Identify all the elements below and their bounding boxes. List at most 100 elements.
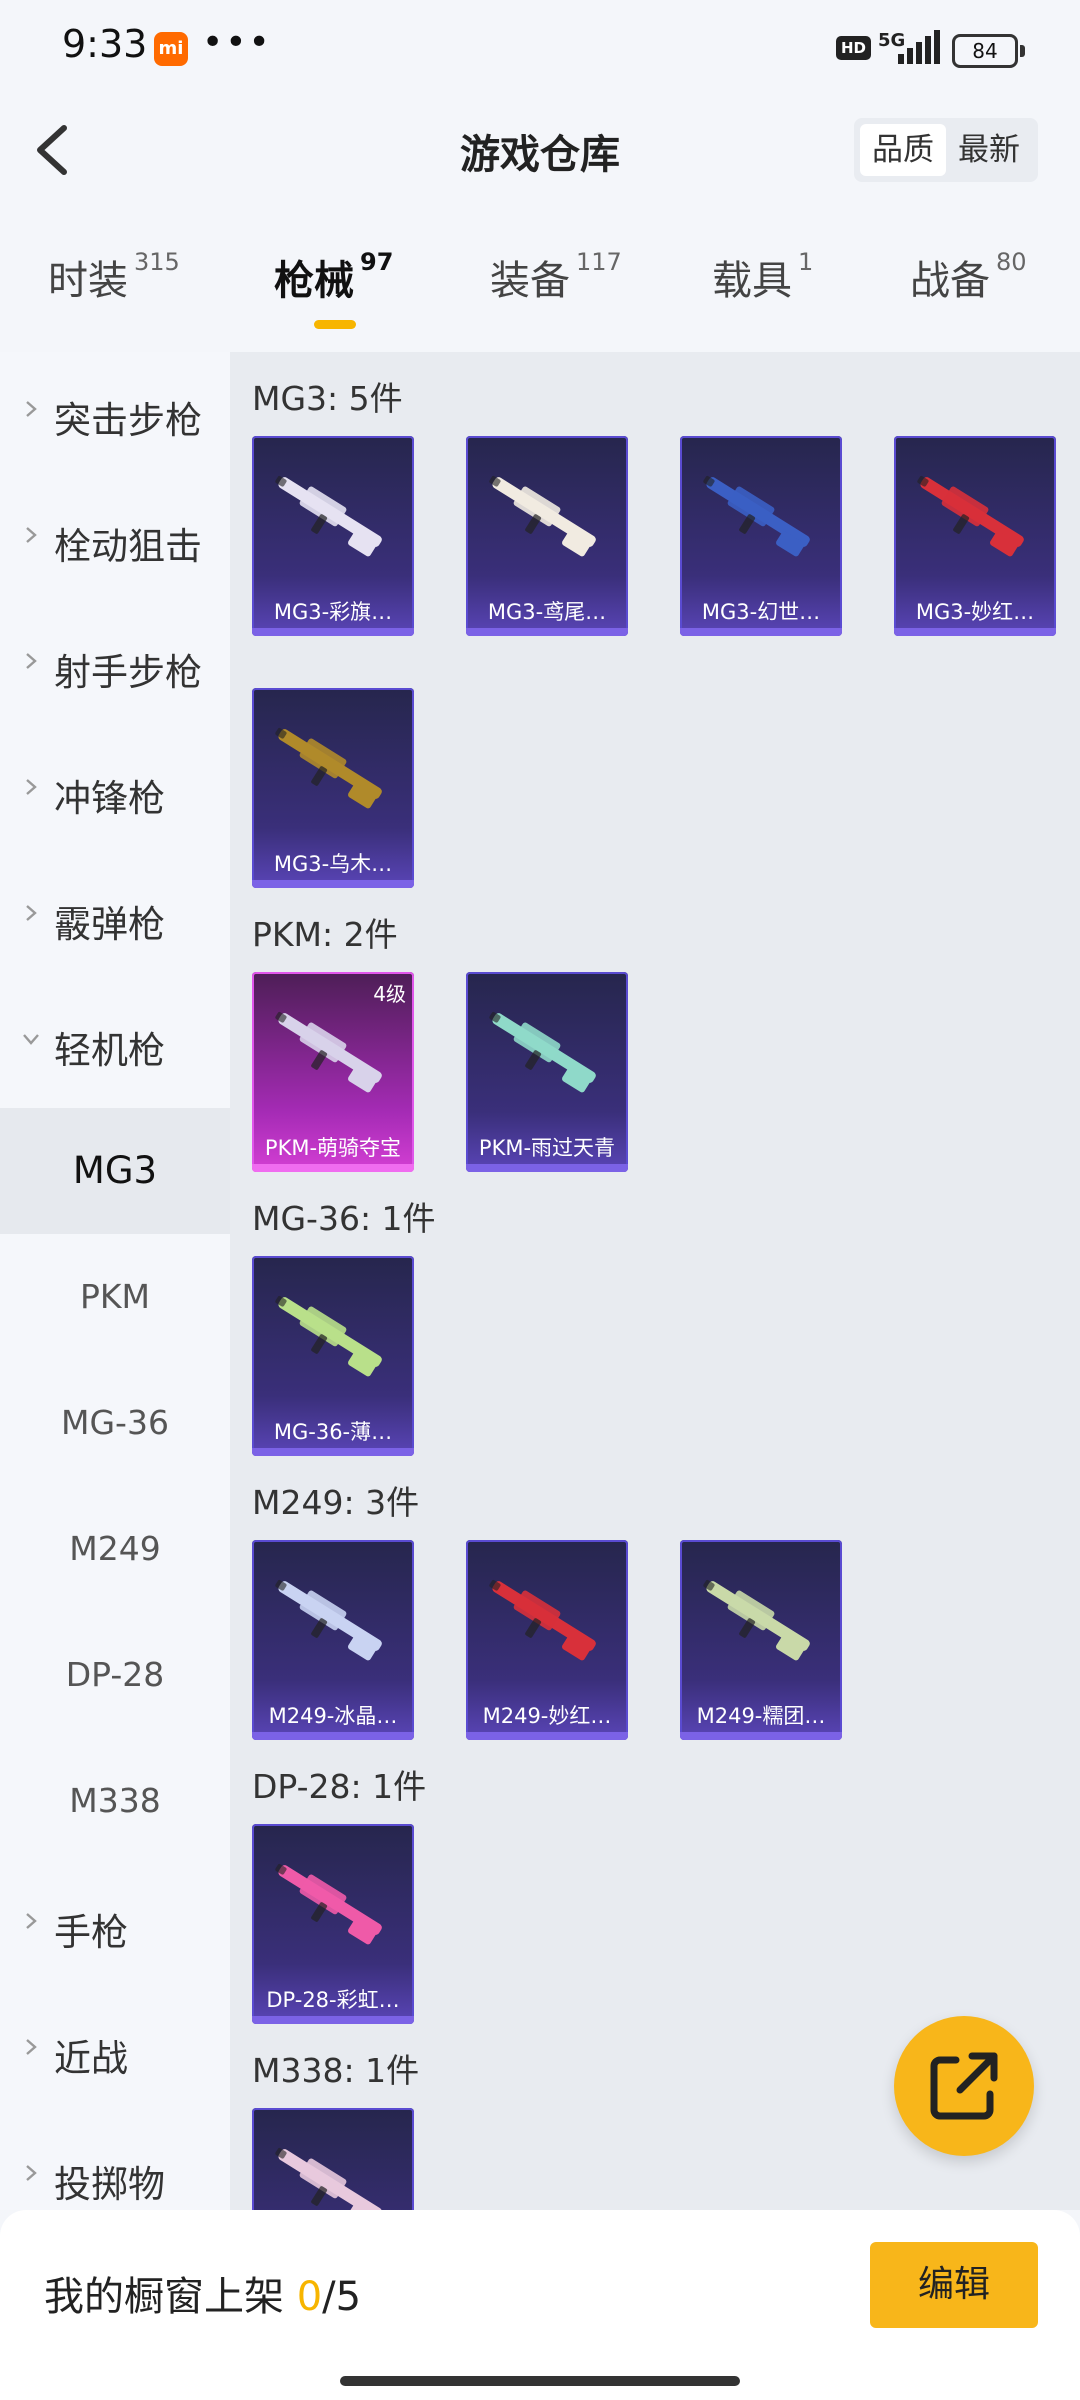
chevron-right-icon	[26, 401, 37, 417]
chevron-right-icon	[26, 653, 37, 669]
weapon-card[interactable]: MG3-鸢尾…	[466, 436, 628, 636]
tab-label: 载具	[712, 258, 792, 304]
rarity-bar	[466, 628, 628, 636]
sidebar-item-pistol[interactable]: 手枪	[0, 1864, 230, 1990]
sidebar-item-smg[interactable]: 冲锋枪	[0, 730, 230, 856]
weapon-card[interactable]: MG3-彩旗…	[252, 436, 414, 636]
sort-option-newest[interactable]: 最新	[946, 124, 1032, 176]
weapon-name: PKM-雨过天青	[478, 1136, 616, 1160]
rarity-bar	[466, 1164, 628, 1172]
chevron-right-icon	[26, 905, 37, 921]
active-tab-indicator	[314, 320, 356, 329]
rarity-bar	[252, 880, 414, 888]
sort-toggle: 品质 最新	[854, 118, 1038, 182]
weapon-skin-image	[489, 1012, 596, 1093]
rarity-bar	[466, 1732, 628, 1740]
tab-label: 战备	[910, 258, 990, 304]
sidebar-item-label: 冲锋枪	[54, 777, 165, 820]
weapon-skin-image	[917, 476, 1024, 557]
tab-count: 80	[996, 248, 1027, 276]
weapon-skin-image	[489, 1580, 596, 1661]
more-notifications-icon: •••	[202, 22, 272, 63]
sidebar-item-label: 突击步枪	[54, 399, 202, 442]
weapon-name: MG3-妙红…	[915, 600, 1035, 624]
home-indicator[interactable]	[340, 2376, 740, 2386]
weapon-card[interactable]: PKM-雨过天青	[466, 972, 628, 1172]
chevron-right-icon	[26, 1913, 37, 1929]
tab-firearms[interactable]: 枪械 97	[274, 248, 393, 306]
sidebar-sub-m338[interactable]: M338	[0, 1738, 230, 1864]
tab-vehicles[interactable]: 载具 1	[712, 248, 813, 306]
tab-count: 117	[576, 248, 622, 276]
share-button[interactable]	[894, 2016, 1034, 2156]
weapon-card[interactable]	[252, 2108, 414, 2210]
sidebar-sub-mg3[interactable]: MG3	[0, 1108, 230, 1234]
tab-count: 315	[134, 248, 180, 276]
sidebar-item-melee[interactable]: 近战	[0, 1990, 230, 2116]
weapon-name: M249-妙红…	[482, 1704, 612, 1728]
sidebar-item-shotgun[interactable]: 霰弹枪	[0, 856, 230, 982]
sidebar-item-label: 近战	[54, 2037, 128, 2080]
weapon-card[interactable]: MG3-妙红…	[894, 436, 1056, 636]
sidebar-item-bolt-sniper[interactable]: 栓动狙击	[0, 478, 230, 604]
sidebar-item-lmg[interactable]: 轻机枪	[0, 982, 230, 1108]
weapon-type-sidebar: 突击步枪 栓动狙击 射手步枪 冲锋枪 霰弹枪 轻机枪 MG3 PKM MG-36…	[0, 352, 230, 2210]
rarity-bar	[894, 628, 1056, 636]
sidebar-item-marksman-rifle[interactable]: 射手步枪	[0, 604, 230, 730]
edit-button[interactable]: 编辑	[870, 2242, 1038, 2328]
weapon-skin-image	[275, 476, 382, 557]
sidebar-item-label: 投掷物	[54, 2163, 165, 2206]
sidebar-item-assault-rifle[interactable]: 突击步枪	[0, 352, 230, 478]
weapon-grid: MG3: 5件 MG3-彩旗… MG3-鸢尾… MG3-幻世… MG3-妙红… …	[230, 352, 1080, 2210]
sidebar-sub-mg36[interactable]: MG-36	[0, 1360, 230, 1486]
weapon-card[interactable]: M249-妙红…	[466, 1540, 628, 1740]
rarity-bar	[252, 1732, 414, 1740]
weapon-name: MG3-彩旗…	[273, 600, 393, 624]
showcase-bar: 我的橱窗上架 0/5 编辑	[0, 2210, 1080, 2400]
weapon-skin-image	[275, 1012, 382, 1093]
weapon-card[interactable]: MG-36-薄…	[252, 1256, 414, 1456]
hd-icon: HD	[836, 36, 872, 60]
showcase-label: 我的橱窗上架	[44, 2274, 297, 2320]
weapon-card[interactable]: MG3-乌木…	[252, 688, 414, 888]
sort-option-quality[interactable]: 品质	[860, 124, 946, 176]
weapon-card[interactable]: 4级 PKM-萌骑夺宝	[252, 972, 414, 1172]
tab-equipment[interactable]: 装备 117	[490, 248, 622, 306]
chevron-right-icon	[26, 2039, 37, 2055]
sidebar-sub-m249[interactable]: M249	[0, 1486, 230, 1612]
weapon-card[interactable]: M249-冰晶…	[252, 1540, 414, 1740]
tab-fashion[interactable]: 时装 315	[48, 248, 180, 306]
chevron-right-icon	[26, 779, 37, 795]
rarity-bar	[252, 628, 414, 636]
sidebar-sub-pkm[interactable]: PKM	[0, 1234, 230, 1360]
weapon-name: PKM-萌骑夺宝	[264, 1136, 402, 1160]
weapon-skin-image	[275, 1296, 382, 1377]
showcase-total: /5	[322, 2274, 362, 2320]
weapon-card[interactable]: MG3-幻世…	[680, 436, 842, 636]
signal-icon	[898, 30, 940, 64]
chevron-right-icon	[26, 527, 37, 543]
chevron-right-icon	[26, 2165, 37, 2181]
tab-count: 1	[798, 248, 814, 276]
status-time: 9:33	[62, 22, 148, 66]
share-icon	[930, 2052, 998, 2120]
tab-label: 装备	[490, 258, 570, 304]
weapon-card[interactable]: M249-糯团…	[680, 1540, 842, 1740]
category-tabs: 时装 315 枪械 97 装备 117 载具 1 战备 80	[0, 248, 1080, 348]
group-title-m338: M338: 1件	[252, 2051, 420, 2090]
weapon-card[interactable]: DP-28-彩虹…	[252, 1824, 414, 2024]
tab-label: 时装	[48, 258, 128, 304]
weapon-skin-image	[275, 728, 382, 809]
tab-label: 枪械	[274, 258, 354, 304]
weapon-name: MG3-鸢尾…	[487, 600, 607, 624]
sidebar-sub-dp28[interactable]: DP-28	[0, 1612, 230, 1738]
tab-supplies[interactable]: 战备 80	[910, 248, 1027, 306]
weapon-skin-image	[275, 1580, 382, 1661]
rarity-bar	[252, 1448, 414, 1456]
weapon-name: M249-冰晶…	[268, 1704, 398, 1728]
rarity-bar	[252, 2016, 414, 2024]
rarity-bar	[252, 1164, 414, 1172]
sidebar-item-label: 栓动狙击	[54, 525, 202, 568]
rarity-bar	[680, 1732, 842, 1740]
group-title-dp28: DP-28: 1件	[252, 1767, 427, 1806]
